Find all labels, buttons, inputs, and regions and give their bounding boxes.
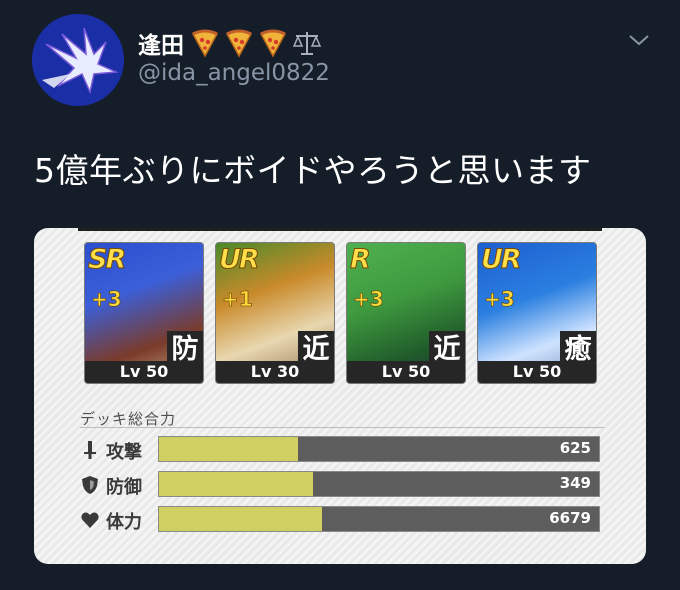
card-level: Lv 50 [478,361,596,383]
divider [80,427,604,428]
user-handle[interactable]: @ida_angel0822 [138,60,330,86]
stat-bar: 625 [158,436,600,462]
pizza-icon [191,29,219,58]
card-rarity: R [350,244,372,276]
stat-attack: 攻撃 625 [80,436,604,464]
stat-defense: 防御 349 [80,471,604,499]
card-rarity: UR [219,244,261,276]
stat-value: 625 [559,439,591,457]
pizza-icon [259,29,287,58]
card-plus: +1 [222,287,253,312]
stat-value: 349 [559,474,591,492]
card-plus: +3 [484,287,515,312]
stat-bar: 6679 [158,506,600,532]
stat-label: 防御 [106,477,142,498]
stat-bar-fill [159,472,313,496]
unit-card-4[interactable]: UR +3 癒 Lv 50 [477,242,597,384]
display-name[interactable]: 逢田 [138,26,184,60]
avatar[interactable] [32,14,124,106]
unit-card-1[interactable]: SR +3 防 Lv 50 [84,242,204,384]
user-name-row: 逢田 [138,26,326,60]
pizza-icon [225,29,253,58]
stat-label: 攻撃 [106,442,142,463]
unit-card-3[interactable]: R +3 近 Lv 50 [346,242,466,384]
card-level: Lv 50 [85,361,203,383]
stat-hp: 体力 6679 [80,506,604,534]
stat-value: 6679 [549,509,591,527]
stat-label: 体力 [106,512,142,533]
sword-icon [84,441,96,459]
shield-icon [82,476,98,494]
stat-bar-fill [159,437,298,461]
tweet-media-image[interactable]: SR +3 防 Lv 50 UR +1 近 Lv 30 R +3 近 Lv 50… [34,228,646,564]
chevron-down-icon[interactable] [626,30,652,50]
balance-scale-icon [292,32,322,55]
media-top-line [78,228,602,231]
unit-card-2[interactable]: UR +1 近 Lv 30 [215,242,335,384]
stat-bar: 349 [158,471,600,497]
tweet-text: 5億年ぶりにボイドやろうと思います [34,151,592,190]
card-plus: +3 [353,287,384,312]
heart-icon [81,512,99,528]
card-level: Lv 50 [347,361,465,383]
avatar-eagle-image [32,14,124,106]
stat-bar-fill [159,507,322,531]
deck-power-title: デッキ総合力 [80,410,177,428]
card-rarity: UR [481,244,523,276]
card-plus: +3 [91,287,122,312]
card-rarity: SR [87,244,126,276]
card-level: Lv 30 [216,361,334,383]
